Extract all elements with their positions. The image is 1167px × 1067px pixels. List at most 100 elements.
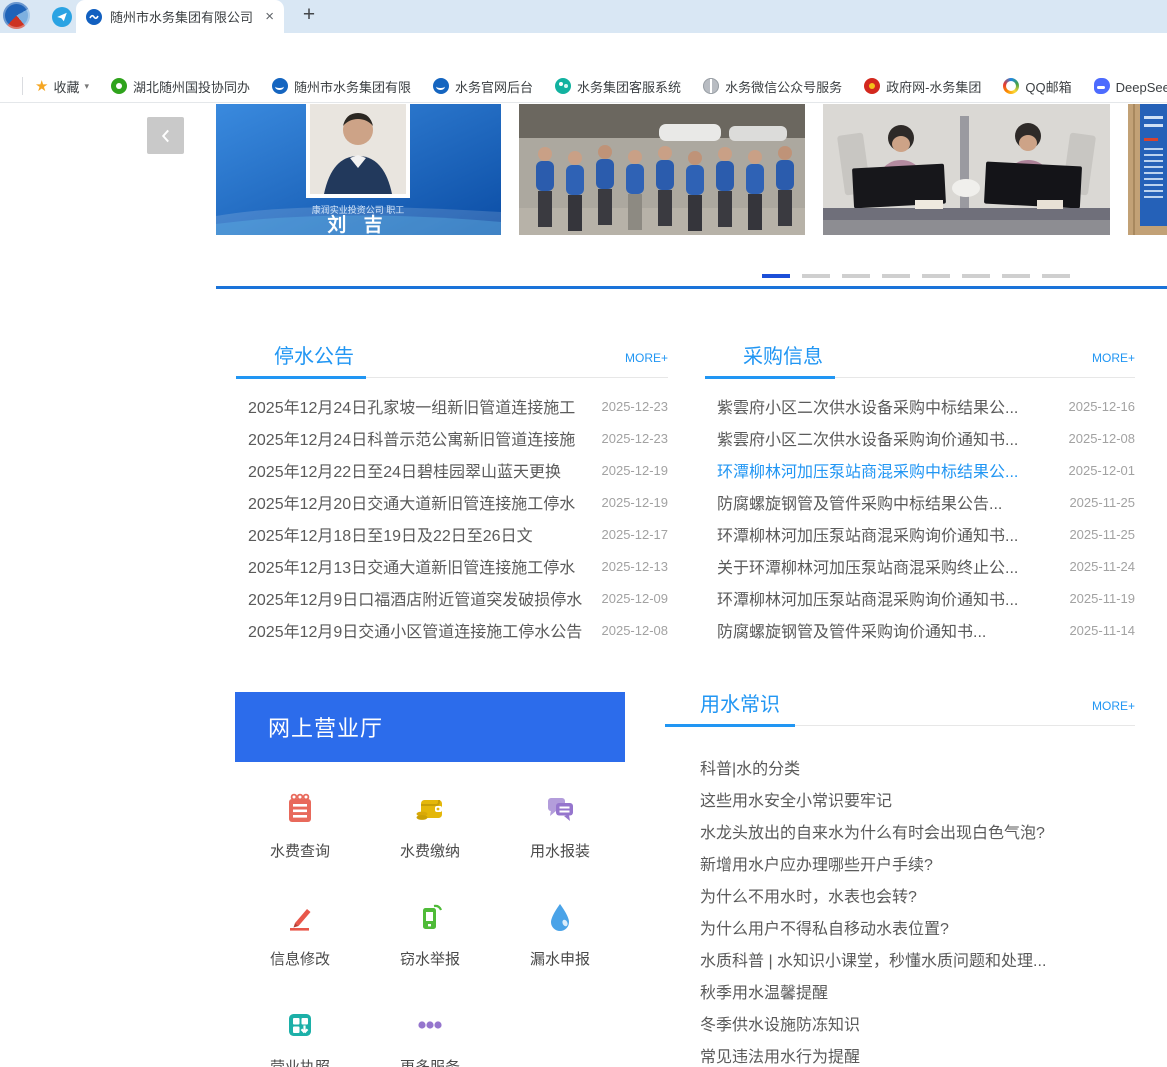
knowledge-item[interactable]: 常见违法用水行为提醒	[665, 1039, 1135, 1067]
service-leak-report[interactable]: 漏水申报	[495, 893, 625, 1001]
news-item-title: 2025年12月9日交通小区管道连接施工停水公告	[248, 618, 594, 642]
star-icon: ★	[35, 77, 48, 95]
knowledge-item[interactable]: 为什么用户不得私自移动水表位置?	[665, 911, 1135, 943]
knowledge-item-title: 水龙头放出的自来水为什么有时会出现白色气泡?	[700, 819, 1127, 843]
bookmark-favicon-icon	[272, 78, 288, 94]
news-item[interactable]: 防腐螺旋钢管及管件采购询价通知书... 2025-11-14	[705, 614, 1135, 646]
carousel-page-dash[interactable]	[1002, 274, 1030, 278]
bookmark-item[interactable]: 随州市水务集团有限	[272, 77, 411, 96]
ellipsis-icon	[412, 1007, 448, 1043]
carousel-slide-office-photo[interactable]	[823, 104, 1110, 235]
telegram-icon[interactable]	[52, 7, 72, 27]
license-grid-icon	[282, 1007, 318, 1043]
news-item[interactable]: 2025年12月24日科普示范公寓新旧管道连接施 2025-12-23	[236, 422, 668, 454]
knowledge-item[interactable]: 秋季用水温馨提醒	[665, 975, 1135, 1007]
bookmark-item[interactable]: 水务集团客服系统	[555, 77, 681, 96]
browser-logo-icon[interactable]	[3, 2, 30, 29]
carousel-slide-employee-card[interactable]: 康润实业投资公司 职工 刘 吉	[216, 104, 501, 235]
news-item[interactable]: 环潭柳林河加压泵站商混采购询价通知书... 2025-11-19	[705, 582, 1135, 614]
carousel-page-dash[interactable]	[1042, 274, 1070, 278]
new-tab-button[interactable]: +	[296, 2, 322, 28]
news-item[interactable]: 2025年12月22日至24日碧桂园翠山蓝天更换 2025-12-19	[236, 454, 668, 486]
favorites-folder[interactable]: ★ 收藏 ▾	[35, 77, 89, 96]
knowledge-item-title: 为什么不用水时，水表也会转?	[700, 883, 1127, 907]
news-item-title: 2025年12月24日孔家坡一组新旧管道连接施工	[248, 394, 594, 418]
bookmark-item[interactable]: 湖北随州国投协同办	[111, 77, 250, 96]
news-item-date: 2025-12-09	[602, 591, 669, 606]
active-tab[interactable]: 随州市水务集团有限公司 ×	[76, 0, 284, 33]
service-water-fee-query[interactable]: 水费查询	[235, 785, 365, 893]
knowledge-item[interactable]: 科普|水的分类	[665, 751, 1135, 783]
news-item[interactable]: 2025年12月24日孔家坡一组新旧管道连接施工 2025-12-23	[236, 390, 668, 422]
news-item[interactable]: 环潭柳林河加压泵站商混采购中标结果公... 2025-12-01	[705, 454, 1135, 486]
news-item[interactable]: 2025年12月13日交通大道新旧管连接施工停水 2025-12-13	[236, 550, 668, 582]
more-link[interactable]: MORE+	[625, 351, 668, 365]
site-favicon-icon	[86, 9, 102, 25]
service-business-license[interactable]: 营业执照	[235, 1001, 365, 1067]
knowledge-list: 科普|水的分类 这些用水安全小常识要牢记 水龙头放出的自来水为什么有时会出现白色…	[665, 751, 1135, 1067]
phone-icon	[412, 899, 448, 935]
news-item-date: 2025-11-25	[1069, 495, 1135, 510]
service-more[interactable]: 更多服务	[365, 1001, 495, 1067]
bookmark-favicon-icon	[555, 78, 571, 94]
divider	[22, 77, 23, 95]
service-water-fee-payment[interactable]: 水费缴纳	[365, 785, 495, 893]
bookmark-item[interactable]: 水务官网后台	[433, 77, 533, 96]
news-item-date: 2025-12-16	[1069, 399, 1136, 414]
bookmark-item[interactable]: 政府网-水务集团	[864, 77, 981, 96]
bookmark-item[interactable]: QQ邮箱	[1003, 77, 1071, 96]
carousel-page-dash[interactable]	[962, 274, 990, 278]
more-link[interactable]: MORE+	[1092, 351, 1135, 365]
news-item[interactable]: 关于环潭柳林河加压泵站商混采购终止公... 2025-11-24	[705, 550, 1135, 582]
news-item[interactable]: 2025年12月9日交通小区管道连接施工停水公告 2025-12-08	[236, 614, 668, 646]
news-item-title: 2025年12月22日至24日碧桂园翠山蓝天更换	[248, 458, 594, 482]
carousel-page-dash[interactable]	[762, 274, 790, 278]
carousel-page-dash[interactable]	[842, 274, 870, 278]
section-procurement-info: 采购信息 MORE+ 紫雲府小区二次供水设备采购中标结果公... 2025-12…	[705, 332, 1135, 646]
carousel-prev-button[interactable]	[147, 117, 184, 154]
knowledge-item[interactable]: 水龙头放出的自来水为什么有时会出现白色气泡?	[665, 815, 1135, 847]
chevron-left-icon	[156, 126, 176, 146]
bookmark-label: 水务官网后台	[455, 77, 533, 96]
news-item[interactable]: 紫雲府小区二次供水设备采购询价通知书... 2025-12-08	[705, 422, 1135, 454]
bookmark-favicon-icon	[1003, 78, 1019, 94]
bookmarks-bar: ★ 收藏 ▾ 湖北随州国投协同办 随州市水务集团有限 水务官网后台	[0, 70, 1167, 103]
news-item[interactable]: 紫雲府小区二次供水设备采购中标结果公... 2025-12-16	[705, 390, 1135, 422]
news-item[interactable]: 2025年12月9日口福酒店附近管道突发破损停水 2025-12-09	[236, 582, 668, 614]
carousel-slide-group-photo[interactable]	[519, 104, 805, 235]
knowledge-item[interactable]: 为什么不用水时，水表也会转?	[665, 879, 1135, 911]
carousel-page-dash[interactable]	[802, 274, 830, 278]
carousel-page-dash[interactable]	[882, 274, 910, 278]
bookmark-item[interactable]: DeepSeek - 探索未	[1094, 77, 1167, 96]
title-underline	[236, 376, 366, 379]
news-item-title: 防腐螺旋钢管及管件采购中标结果公告...	[717, 490, 1061, 514]
bookmark-label: 政府网-水务集团	[886, 77, 981, 96]
service-water-installation[interactable]: 用水报装	[495, 785, 625, 893]
service-water-theft-report[interactable]: 窃水举报	[365, 893, 495, 1001]
knowledge-item[interactable]: 冬季供水设施防冻知识	[665, 1007, 1135, 1039]
news-item[interactable]: 2025年12月18日至19日及22日至26日文 2025-12-17	[236, 518, 668, 550]
news-item[interactable]: 防腐螺旋钢管及管件采购中标结果公告... 2025-11-25	[705, 486, 1135, 518]
service-info-modify[interactable]: 信息修改	[235, 893, 365, 1001]
news-item-date: 2025-11-14	[1069, 623, 1135, 638]
news-item[interactable]: 2025年12月20日交通大道新旧管连接施工停水 2025-12-19	[236, 486, 668, 518]
carousel-slide-poster-photo[interactable]	[1128, 104, 1167, 235]
online-hall-banner[interactable]: 网上营业厅	[235, 692, 625, 762]
knowledge-item[interactable]: 水质科普 | 水知识小课堂，秒懂水质问题和处理...	[665, 943, 1135, 975]
carousel-page-dash[interactable]	[922, 274, 950, 278]
more-link[interactable]: MORE+	[1092, 699, 1135, 713]
tab-close-icon[interactable]: ×	[265, 8, 274, 25]
news-item-date: 2025-11-24	[1069, 559, 1135, 574]
knowledge-item-title: 常见违法用水行为提醒	[700, 1043, 1127, 1067]
knowledge-item-title: 新增用水户应办理哪些开户手续?	[700, 851, 1127, 875]
bookmark-item[interactable]: 水务微信公众号服务	[703, 77, 842, 96]
knowledge-item[interactable]: 新增用水户应办理哪些开户手续?	[665, 847, 1135, 879]
news-item-title: 环潭柳林河加压泵站商混采购中标结果公...	[717, 458, 1061, 482]
knowledge-item[interactable]: 这些用水安全小常识要牢记	[665, 783, 1135, 815]
news-item-title: 2025年12月18日至19日及22日至26日文	[248, 522, 594, 546]
news-item[interactable]: 环潭柳林河加压泵站商混采购询价通知书... 2025-11-25	[705, 518, 1135, 550]
service-label: 水费缴纳	[400, 840, 460, 861]
browser-toolbar: ← → ↻ ⌂ AI szcswater.com	[0, 33, 1167, 70]
bookmark-list: 湖北随州国投协同办 随州市水务集团有限 水务官网后台 水务集团客服系统	[111, 77, 1167, 96]
employee-card-caption: 康润实业投资公司 职工	[312, 204, 405, 215]
